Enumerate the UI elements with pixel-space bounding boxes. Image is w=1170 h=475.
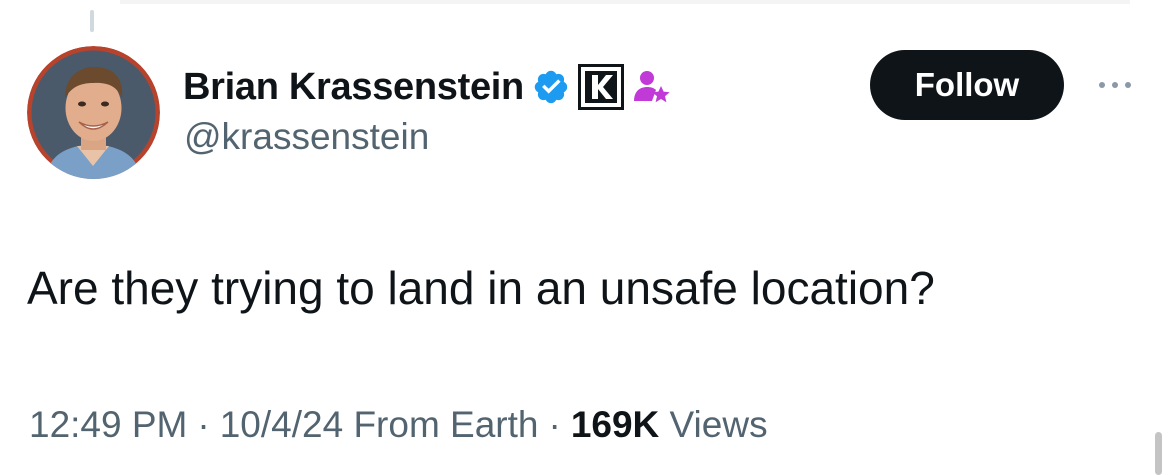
author-name-row: Brian Krassenstein [183, 62, 672, 112]
follow-button[interactable]: Follow [870, 50, 1064, 120]
author-display-name[interactable]: Brian Krassenstein [183, 66, 524, 109]
views-count[interactable]: 169K [571, 404, 659, 445]
avatar[interactable] [27, 46, 160, 179]
person-star-icon[interactable] [632, 67, 672, 107]
scrollbar[interactable] [1155, 432, 1162, 475]
more-dot [1099, 82, 1105, 88]
more-horizontal-icon[interactable] [1090, 70, 1140, 100]
tweet-date[interactable]: 10/4/24 [220, 404, 343, 445]
author-handle[interactable]: @krassenstein [184, 116, 429, 158]
verified-badge-icon[interactable] [532, 68, 570, 106]
avatar-photo [27, 46, 160, 179]
tweet-time[interactable]: 12:49 PM [29, 404, 187, 445]
tweet-source: From Earth [353, 404, 539, 445]
meta-separator: · [548, 404, 561, 445]
more-dot [1125, 82, 1131, 88]
previous-post-edge [120, 0, 1130, 4]
tweet-text: Are they trying to land in an unsafe loc… [27, 262, 935, 314]
affiliate-k-icon[interactable] [577, 64, 624, 110]
tweet-meta: 12:49 PM · 10/4/24 From Earth · 169K Views [29, 400, 768, 450]
more-dot [1112, 82, 1118, 88]
thread-connector-line [90, 10, 94, 32]
views-label: Views [669, 404, 768, 445]
meta-separator: · [197, 404, 210, 445]
